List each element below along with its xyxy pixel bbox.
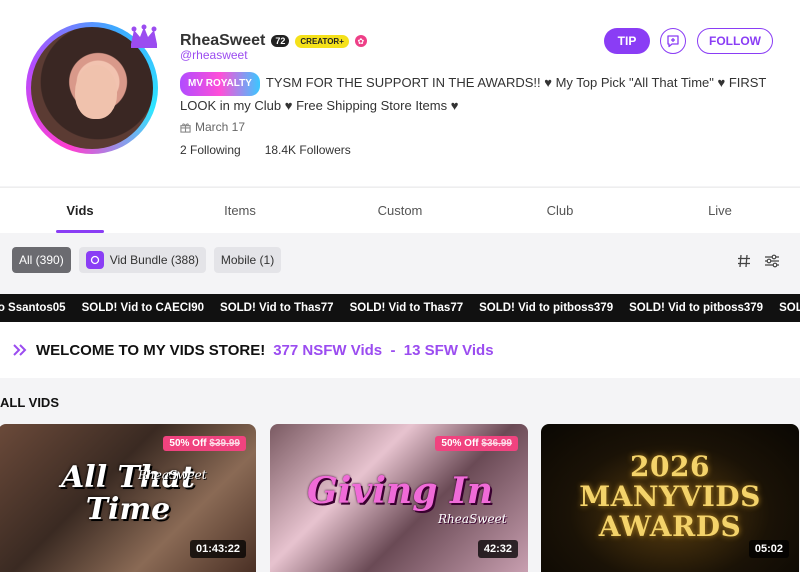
filter-vid-bundle[interactable]: Vid Bundle (388) <box>78 247 206 273</box>
ticker-item: SOLD! <box>779 302 800 314</box>
discount-label: 50% Off <box>169 438 207 449</box>
tab-vids[interactable]: Vids <box>0 188 160 233</box>
tab-items[interactable]: Items <box>160 188 320 233</box>
video-duration: 05:02 <box>748 540 789 558</box>
ticker-item: SOLD! Vid to Thas77 <box>349 302 464 314</box>
vid-counts: 377 NSFW Vids - 13 SFW Vids <box>273 341 494 359</box>
filter-mobile-label: Mobile (1) <box>220 253 275 267</box>
video-watermark: RheaSweet <box>138 468 207 482</box>
filter-vid-bundle-label: Vid Bundle (388) <box>109 253 199 267</box>
profile-header: RheaSweet 72 CREATOR+ ✿ @rheasweet MV RO… <box>0 0 800 186</box>
birthday-date: March 17 <box>195 120 246 134</box>
followers-count[interactable]: 18.4K Followers <box>265 143 351 157</box>
bundle-icon <box>85 251 104 269</box>
video-card[interactable]: 2026 MANYVIDS AWARDS 05:02 <box>541 424 799 572</box>
double-chevron-icon <box>13 344 27 356</box>
message-icon <box>667 35 679 48</box>
content-tabs: Vids Items Custom Club Live <box>0 187 800 233</box>
old-price: $39.99 <box>209 438 240 449</box>
ticker-item: SOLD! Vid to CAECI90 <box>81 302 205 314</box>
creator-plus-badge: CREATOR+ <box>295 34 349 48</box>
discount-badge: 50% Off $36.99 <box>435 436 518 451</box>
filter-all[interactable]: All (390) <box>12 247 71 273</box>
discount-label: 50% Off <box>441 438 479 449</box>
birthday-row: March 17 <box>180 120 245 134</box>
filter-all-label: All (390) <box>19 253 64 267</box>
ticker-item: SOLD! Vid to pitboss379 <box>629 302 764 314</box>
video-card[interactable]: All That Time RheaSweet 50% Off $39.99 0… <box>0 424 256 572</box>
sales-ticker: to Ssantos05 SOLD! Vid to CAECI90 SOLD! … <box>0 294 800 322</box>
creator-handle: @rheasweet <box>180 48 248 62</box>
section-title: ALL VIDS <box>0 395 59 410</box>
flower-icon: ✿ <box>354 35 367 47</box>
message-button[interactable] <box>660 28 686 54</box>
gift-icon <box>180 122 191 133</box>
video-thumbnail-title: 2026 MANYVIDS AWARDS <box>579 450 761 543</box>
bio: MV ROYALTY TYSM FOR THE SUPPORT IN THE AW… <box>180 72 780 116</box>
video-card[interactable]: Giving In RheaSweet 50% Off $36.99 42:32 <box>270 424 528 572</box>
old-price: $36.99 <box>481 438 512 449</box>
follow-button[interactable]: FOLLOW <box>697 28 773 54</box>
video-thumbnail-title: Giving In <box>307 470 493 512</box>
welcome-banner: WELCOME TO MY VIDS STORE! 377 NSFW Vids … <box>0 322 800 378</box>
filter-bar: All (390) Vid Bundle (388) Mobile (1) <box>12 247 282 273</box>
bio-text: TYSM FOR THE SUPPORT IN THE AWARDS!! ♥ M… <box>180 75 767 113</box>
welcome-title: WELCOME TO MY VIDS STORE! <box>36 341 266 359</box>
royalty-badge: MV ROYALTY <box>180 72 260 96</box>
hashtag-icon[interactable] <box>736 253 752 269</box>
tab-club[interactable]: Club <box>480 188 640 233</box>
video-duration: 01:43:22 <box>189 540 246 558</box>
filter-settings-icon[interactable] <box>764 253 780 269</box>
tip-button[interactable]: TIP <box>604 28 650 54</box>
ticker-item: SOLD! Vid to Thas77 <box>220 302 334 314</box>
video-watermark: RheaSweet <box>438 512 507 526</box>
crown-icon <box>131 24 157 48</box>
discount-badge: 50% Off $39.99 <box>163 436 246 451</box>
follow-stats: 2 Following 18.4K Followers <box>180 143 351 157</box>
following-count[interactable]: 2 Following <box>180 143 241 157</box>
ticker-item: SOLD! Vid to pitboss379 <box>479 302 614 314</box>
ticker-item: to Ssantos05 <box>0 302 66 314</box>
tab-live[interactable]: Live <box>640 188 800 233</box>
tab-custom[interactable]: Custom <box>320 188 480 233</box>
level-badge: 72 <box>271 35 290 47</box>
video-duration: 42:32 <box>477 540 518 558</box>
filter-mobile[interactable]: Mobile (1) <box>213 247 282 273</box>
